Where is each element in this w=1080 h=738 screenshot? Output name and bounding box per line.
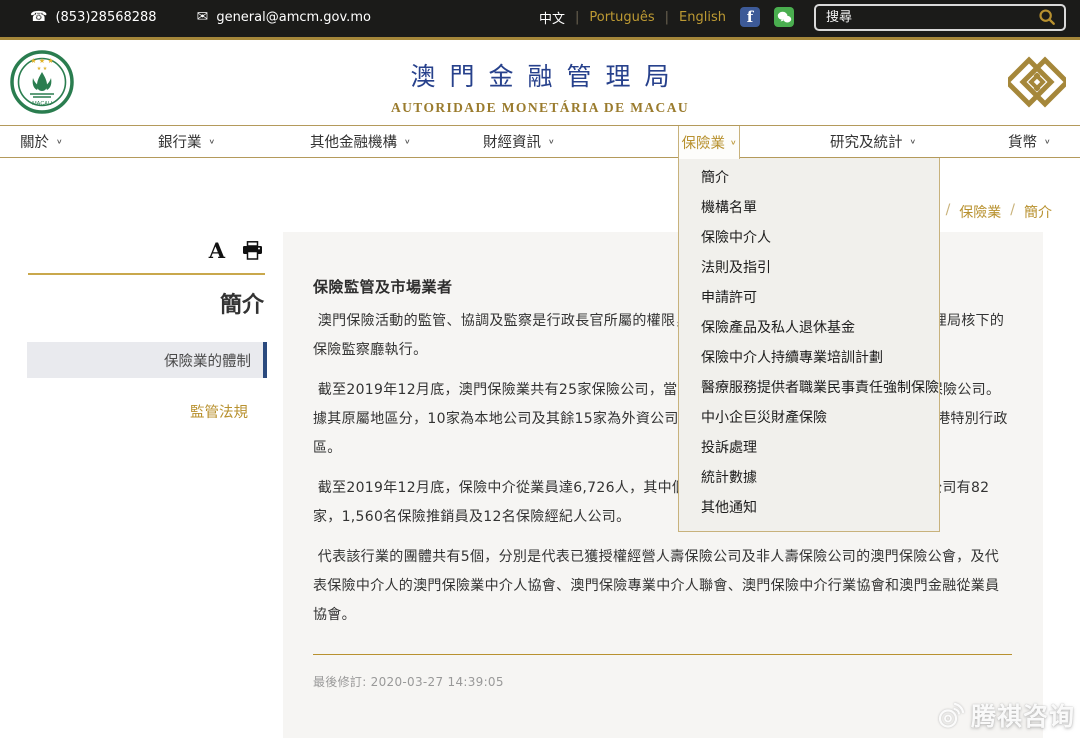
breadcrumb-current: 簡介 <box>1024 202 1052 222</box>
phone-link[interactable]: ☎ (853)28568288 <box>30 9 157 25</box>
sidebar-item-regulations[interactable]: 監管法規 <box>190 401 248 422</box>
nav-insurance[interactable]: 保險業 ∨ <box>678 126 740 159</box>
search-icon[interactable] <box>1038 8 1056 26</box>
chevron-down-icon: ∨ <box>56 138 63 146</box>
chevron-down-icon: ∨ <box>910 138 917 146</box>
facebook-icon[interactable]: f <box>740 7 760 27</box>
wechat-icon[interactable] <box>774 7 794 27</box>
chevron-down-icon: ∨ <box>404 138 411 146</box>
chevron-down-icon: ∨ <box>548 138 555 146</box>
print-icon[interactable] <box>242 241 263 260</box>
content-divider <box>313 654 1012 655</box>
site-title-portuguese: AUTORIDADE MONETÁRIA DE MACAU <box>0 100 1080 116</box>
nav-financial-info[interactable]: 財經資訊 ∨ <box>483 126 555 157</box>
font-size-button[interactable]: A <box>209 240 225 261</box>
site-title-chinese: 澳門金融管理局 <box>14 57 1080 93</box>
amcm-website-page: ☎ (853)28568288 ✉ general@amcm.gov.mo 中文… <box>0 0 1080 738</box>
dropdown-item-cpd-programme[interactable]: 保險中介人持續專業培訓計劃 <box>679 343 939 373</box>
page-tools: A <box>209 240 263 261</box>
dropdown-item-institutions-list[interactable]: 機構名單 <box>679 193 939 223</box>
nav-other-financial-institutions[interactable]: 其他金融機構 ∨ <box>310 126 411 157</box>
amcm-logo-icon <box>1008 53 1066 111</box>
lang-separator: | <box>575 10 579 25</box>
breadcrumb-insurance[interactable]: 保險業 <box>959 202 1001 222</box>
chevron-down-icon: ∨ <box>209 138 216 146</box>
email-icon: ✉ <box>197 9 209 25</box>
nav-about[interactable]: 關於 ∨ <box>20 126 63 157</box>
paragraph-industry-associations: 代表該行業的團體共有5個，分別是代表已獲授權經營人壽保險公司及非人壽保險公司的澳… <box>313 543 1012 630</box>
dropdown-item-products-pension-funds[interactable]: 保險產品及私人退休基金 <box>679 313 939 343</box>
nav-research-statistics[interactable]: 研究及統計 ∨ <box>830 126 916 157</box>
phone-number: (853)28568288 <box>55 10 156 25</box>
dropdown-item-other-notices[interactable]: 其他通知 <box>679 493 939 523</box>
sidebar-item-insurance-system[interactable]: 保險業的體制 <box>27 342 267 378</box>
breadcrumb-separator: / <box>1010 202 1015 222</box>
lang-separator: | <box>665 10 669 25</box>
email-address: general@amcm.gov.mo <box>216 10 371 25</box>
dropdown-item-sme-catastrophe-insurance[interactable]: 中小企巨災財產保險 <box>679 403 939 433</box>
main-nav: 關於 ∨ 銀行業 ∨ 其他金融機構 ∨ 財經資訊 ∨ 保險業 ∨ 研究及統計 ∨… <box>0 125 1080 158</box>
dropdown-item-insurance-intermediaries[interactable]: 保險中介人 <box>679 223 939 253</box>
dropdown-item-rules-guidelines[interactable]: 法則及指引 <box>679 253 939 283</box>
lang-portuguese[interactable]: Português <box>589 10 654 25</box>
sidebar-divider <box>28 273 265 275</box>
sidebar: A 簡介 保險業的體制 監管法規 <box>0 232 283 732</box>
nav-banking[interactable]: 銀行業 ∨ <box>158 126 215 157</box>
lang-english[interactable]: English <box>679 10 726 25</box>
wechat-glyph <box>777 11 792 24</box>
site-title-block: 澳門金融管理局 AUTORIDADE MONETÁRIA DE MACAU <box>0 57 1080 116</box>
email-link[interactable]: ✉ general@amcm.gov.mo <box>197 9 371 25</box>
sidebar-heading: 簡介 <box>220 287 264 319</box>
dropdown-item-application-licensing[interactable]: 申請許可 <box>679 283 939 313</box>
breadcrumb-separator: / <box>946 202 951 222</box>
search-box <box>814 4 1066 31</box>
lang-chinese[interactable]: 中文 <box>539 8 565 27</box>
last-modified-text: 最後修訂: 2020-03-27 14:39:05 <box>313 673 1012 690</box>
dropdown-item-complaints[interactable]: 投訴處理 <box>679 433 939 463</box>
chevron-down-icon: ∨ <box>1044 138 1051 146</box>
phone-icon: ☎ <box>30 9 47 25</box>
contact-info: ☎ (853)28568288 ✉ general@amcm.gov.mo <box>30 9 371 25</box>
site-header: ★ ★ ★ ★ ★ MACAU 澳門金融管理局 AUTORIDADE MONET… <box>0 40 1080 125</box>
insurance-dropdown-menu: 簡介 機構名單 保險中介人 法則及指引 申請許可 保險產品及私人退休基金 保險中… <box>678 158 940 532</box>
chevron-down-icon: ∨ <box>730 139 737 147</box>
nav-currency[interactable]: 貨幣 ∨ <box>1008 126 1051 157</box>
dropdown-item-intro[interactable]: 簡介 <box>679 163 939 193</box>
topbar: ☎ (853)28568288 ✉ general@amcm.gov.mo 中文… <box>0 0 1080 40</box>
dropdown-item-medical-liability-insurance[interactable]: 醫療服務提供者職業民事責任強制保險 <box>679 373 939 403</box>
dropdown-item-statistics[interactable]: 統計數據 <box>679 463 939 493</box>
topbar-right: 中文 | Português | English f <box>539 4 1066 31</box>
search-input[interactable] <box>826 10 1038 25</box>
